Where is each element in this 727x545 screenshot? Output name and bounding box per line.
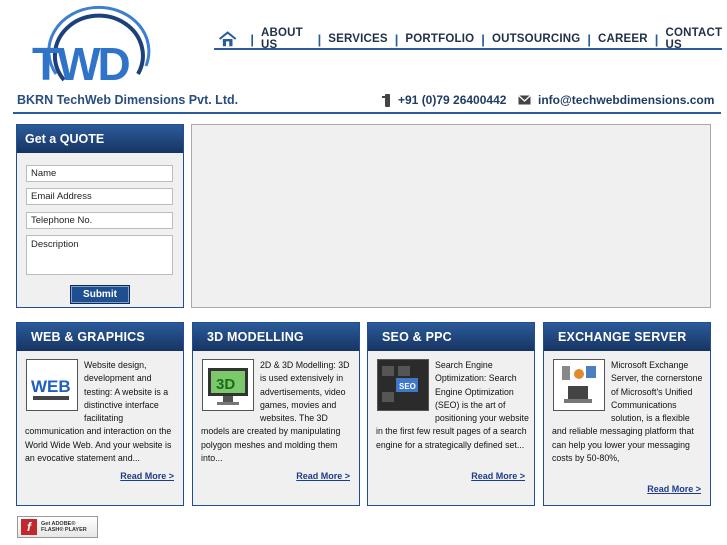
quote-title: Get a QUOTE [17, 125, 183, 153]
main-nav: | ABOUT US | SERVICES | PORTFOLIO | OUTS… [218, 27, 727, 51]
name-field[interactable] [26, 165, 173, 182]
card-seo-ppc: SEO & PPC SEO Search Engine Optimization… [367, 322, 535, 506]
card-web-graphics: WEB & GRAPHICS WEB Website design, devel… [16, 322, 184, 506]
phone-number: +91 (0)79 26400442 [398, 93, 507, 107]
flash-line-2: FLASH® PLAYER [41, 527, 87, 533]
description-field[interactable]: Description [26, 235, 173, 275]
card-title: WEB & GRAPHICS [17, 323, 183, 351]
read-more-link[interactable]: Read More > [647, 484, 701, 494]
email-address[interactable]: info@techwebdimensions.com [538, 93, 714, 107]
card-description: 2D & 3D Modelling: 3D is used extensivel… [201, 360, 350, 464]
phone-icon [382, 93, 390, 107]
card-title: EXCHANGE SERVER [544, 323, 710, 351]
nav-underline [214, 48, 722, 50]
nav-outsourcing[interactable]: OUTSOURCING [492, 33, 580, 45]
submit-button[interactable]: Submit [70, 285, 130, 304]
envelope-icon [518, 95, 531, 105]
flash-player-badge[interactable]: f Get ADOBE® FLASH® PLAYER [17, 516, 98, 538]
card-exchange-server: EXCHANGE SERVER Microsoft Exchange Serve… [543, 322, 711, 506]
read-more-link[interactable]: Read More > [296, 471, 350, 481]
svg-text:TWD: TWD [32, 38, 130, 90]
nav-career[interactable]: CAREER [598, 33, 648, 45]
nav-services[interactable]: SERVICES [328, 33, 388, 45]
card-description: Microsoft Exchange Server, the cornersto… [552, 360, 703, 464]
read-more-link[interactable]: Read More > [471, 471, 525, 481]
contact-phone: +91 (0)79 26400442 [382, 93, 506, 107]
card-3d-modelling: 3D MODELLING 3D 2D & 3D Modelling: 3D is… [192, 322, 360, 506]
home-icon[interactable] [218, 29, 237, 49]
company-name: BKRN TechWeb Dimensions Pvt. Ltd. [17, 93, 239, 107]
banner-area [191, 124, 711, 308]
card-title: 3D MODELLING [193, 323, 359, 351]
twd-logo[interactable]: TWD [26, 4, 156, 90]
card-description: Website design, development and testing:… [25, 360, 172, 464]
card-title: SEO & PPC [368, 323, 534, 351]
contact-email: info@techwebdimensions.com [518, 93, 714, 107]
header-divider [13, 112, 721, 114]
email-field[interactable] [26, 188, 173, 205]
nav-portfolio[interactable]: PORTFOLIO [405, 33, 474, 45]
read-more-link[interactable]: Read More > [120, 471, 174, 481]
card-description: Search Engine Optimization: Search Engin… [376, 360, 529, 450]
telephone-field[interactable] [26, 212, 173, 229]
quote-panel: Get a QUOTE Description Submit [16, 124, 184, 308]
flash-icon: f [21, 519, 37, 535]
